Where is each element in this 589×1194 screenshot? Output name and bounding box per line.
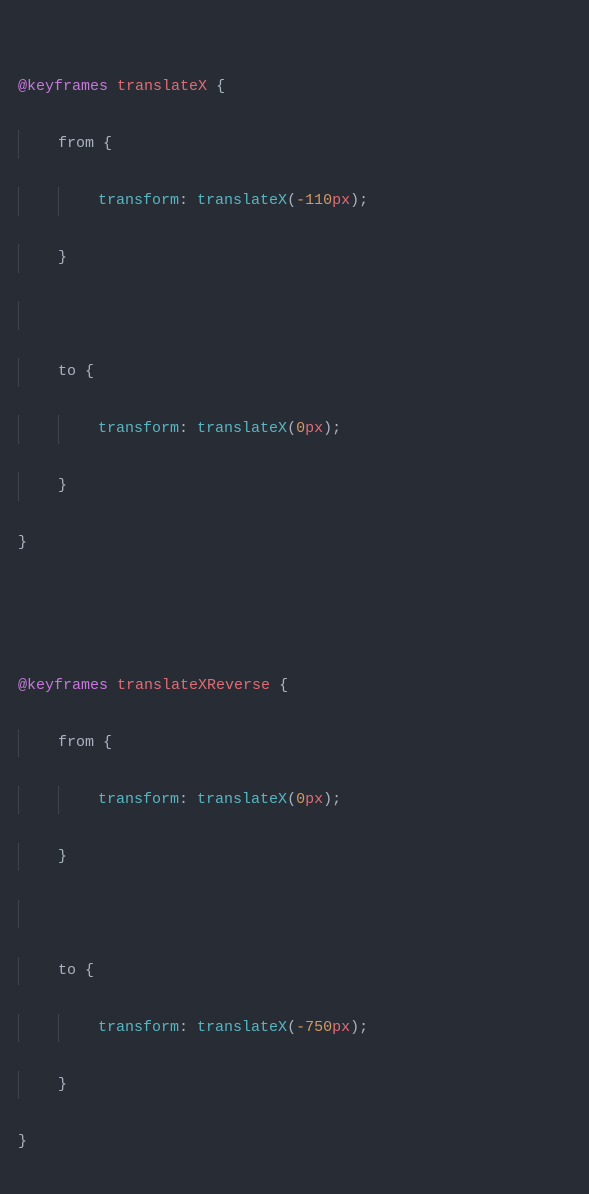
keyframe-selector: to — [58, 363, 76, 380]
code-line: } — [18, 472, 571, 501]
colon: : — [179, 1019, 188, 1036]
code-line: } — [18, 843, 571, 872]
number-literal: 0 — [296, 791, 305, 808]
brace-close: } — [58, 1076, 67, 1093]
code-line: transform: translateX(0px); — [18, 415, 571, 444]
brace-close: } — [58, 249, 67, 266]
at-rule-keyword: @keyframes — [18, 78, 108, 95]
paren-open: ( — [287, 791, 296, 808]
animation-name: translateXReverse — [117, 677, 270, 694]
code-editor: @keyframes translateX { from { transform… — [0, 0, 589, 1194]
paren-open: ( — [287, 192, 296, 209]
brace-close: } — [58, 477, 67, 494]
css-property: transform — [98, 192, 179, 209]
semicolon: ; — [332, 791, 341, 808]
code-line: } — [18, 529, 571, 558]
unit: px — [305, 420, 323, 437]
colon: : — [179, 420, 188, 437]
at-rule-keyword: @keyframes — [18, 677, 108, 694]
css-function: translateX — [197, 420, 287, 437]
brace-close: } — [58, 848, 67, 865]
animation-name: translateX — [117, 78, 207, 95]
paren-close: ) — [350, 1019, 359, 1036]
keyframe-selector: from — [58, 734, 94, 751]
blank-line: ​ — [18, 586, 571, 615]
semicolon: ; — [359, 192, 368, 209]
blank-line: ​ — [18, 900, 571, 929]
css-property: transform — [98, 1019, 179, 1036]
code-line: } — [18, 244, 571, 273]
colon: : — [179, 192, 188, 209]
code-line: @keyframes translateXReverse { — [18, 672, 571, 701]
keyframe-selector: to — [58, 962, 76, 979]
brace-close: } — [18, 1133, 27, 1150]
css-function: translateX — [197, 1019, 287, 1036]
colon: : — [179, 791, 188, 808]
code-line: transform: translateX(-750px); — [18, 1014, 571, 1043]
semicolon: ; — [359, 1019, 368, 1036]
code-line: from { — [18, 729, 571, 758]
code-line: @keyframes translateX { — [18, 73, 571, 102]
number-literal: -110 — [296, 192, 332, 209]
code-line: transform: translateX(-110px); — [18, 187, 571, 216]
number-literal: -750 — [296, 1019, 332, 1036]
brace-open: { — [103, 734, 112, 751]
unit: px — [305, 791, 323, 808]
paren-open: ( — [287, 1019, 296, 1036]
code-line: } — [18, 1128, 571, 1157]
code-line: to { — [18, 957, 571, 986]
brace-open: { — [279, 677, 288, 694]
brace-open: { — [85, 962, 94, 979]
css-function: translateX — [197, 791, 287, 808]
css-property: transform — [98, 420, 179, 437]
semicolon: ; — [332, 420, 341, 437]
brace-open: { — [216, 78, 225, 95]
unit: px — [332, 1019, 350, 1036]
code-line: to { — [18, 358, 571, 387]
paren-close: ) — [323, 791, 332, 808]
blank-line: ​ — [18, 301, 571, 330]
paren-open: ( — [287, 420, 296, 437]
code-line: from { — [18, 130, 571, 159]
code-line: transform: translateX(0px); — [18, 786, 571, 815]
number-literal: 0 — [296, 420, 305, 437]
unit: px — [332, 192, 350, 209]
css-function: translateX — [197, 192, 287, 209]
brace-open: { — [85, 363, 94, 380]
code-line: } — [18, 1071, 571, 1100]
brace-open: { — [103, 135, 112, 152]
brace-close: } — [18, 534, 27, 551]
paren-close: ) — [323, 420, 332, 437]
keyframe-selector: from — [58, 135, 94, 152]
paren-close: ) — [350, 192, 359, 209]
css-property: transform — [98, 791, 179, 808]
